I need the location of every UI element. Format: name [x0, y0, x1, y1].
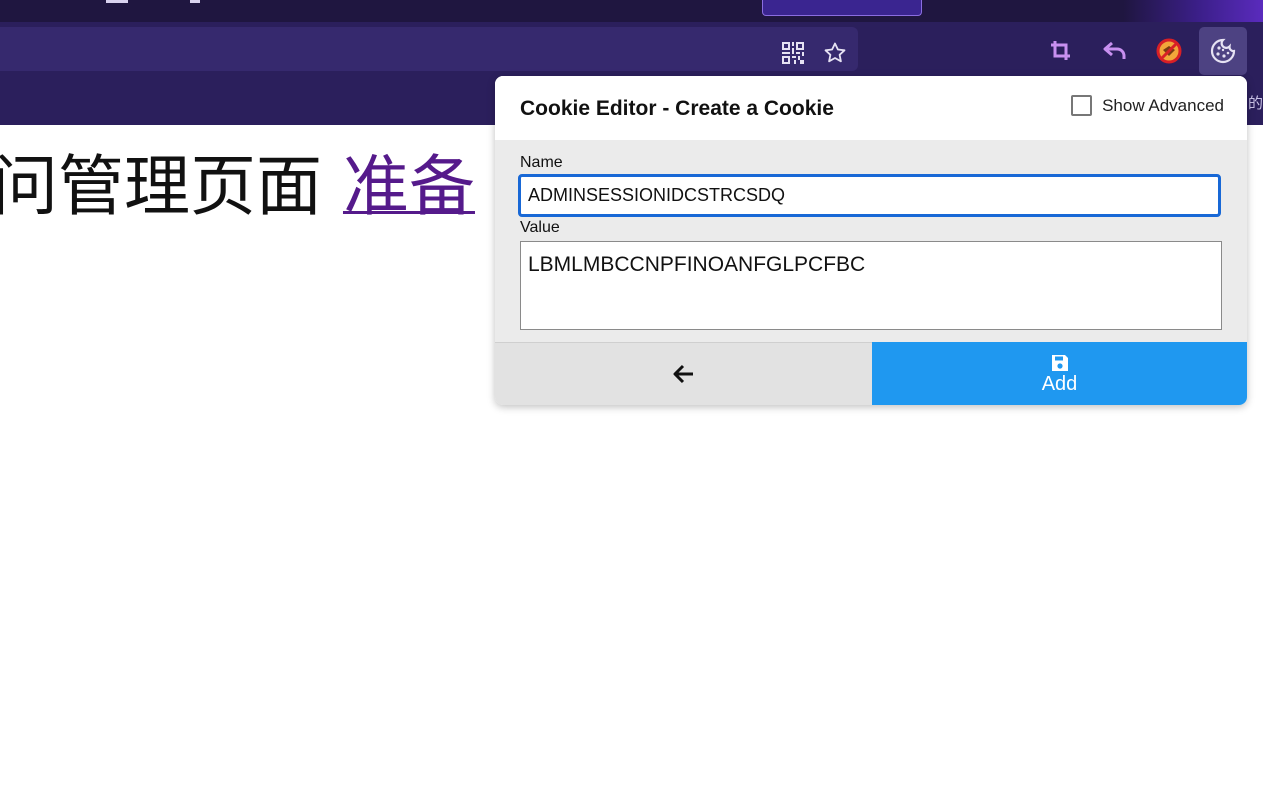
tab-fragment-mark [190, 0, 200, 3]
value-textarea[interactable]: LBMLMBCCNPFINOANFGLPCFBC [520, 241, 1222, 330]
show-advanced-label: Show Advanced [1102, 95, 1224, 115]
address-bar[interactable] [0, 27, 858, 71]
crop-icon[interactable] [1043, 33, 1079, 69]
name-input[interactable]: ADMINSESSIONIDCSTRCSDQ [518, 174, 1221, 217]
popup-header: Cookie Editor - Create a Cookie Show Adv… [495, 76, 1247, 140]
add-button-label: Add [1041, 372, 1078, 395]
blocked-extension-icon[interactable] [1151, 33, 1187, 69]
cookie-editor-popup: Cookie Editor - Create a Cookie Show Adv… [495, 76, 1247, 405]
show-advanced-checkbox[interactable] [1071, 95, 1093, 116]
back-button[interactable] [495, 342, 872, 405]
cookie-form: Name ADMINSESSIONIDCSTRCSDQ Value LBMLMB… [495, 140, 1247, 342]
floppy-disk-icon [1051, 354, 1068, 371]
tab-strip-decoration [1123, 0, 1263, 22]
bookmark-item-fragment[interactable]: 的 [1248, 92, 1263, 113]
undo-arrow-icon[interactable] [1097, 33, 1133, 69]
arrow-left-icon [673, 364, 693, 384]
page-heading-text: 问管理页面 [0, 148, 343, 225]
show-advanced-toggle[interactable]: Show Advanced [1071, 95, 1224, 116]
page-heading: 问管理页面 准备 [0, 142, 475, 232]
popup-title: Cookie Editor - Create a Cookie [520, 97, 834, 120]
star-icon[interactable] [817, 35, 853, 71]
browser-tab[interactable] [762, 0, 922, 16]
tab-strip [0, 0, 1263, 22]
browser-toolbar [0, 22, 1263, 76]
name-label: Name [520, 154, 563, 171]
tab-fragment-mark [106, 0, 128, 3]
qr-code-icon[interactable] [775, 35, 811, 71]
page-heading-link[interactable]: 准备 [343, 148, 475, 225]
cookie-icon[interactable] [1199, 27, 1247, 75]
value-label: Value [520, 219, 560, 236]
add-button[interactable]: Add [872, 342, 1247, 405]
